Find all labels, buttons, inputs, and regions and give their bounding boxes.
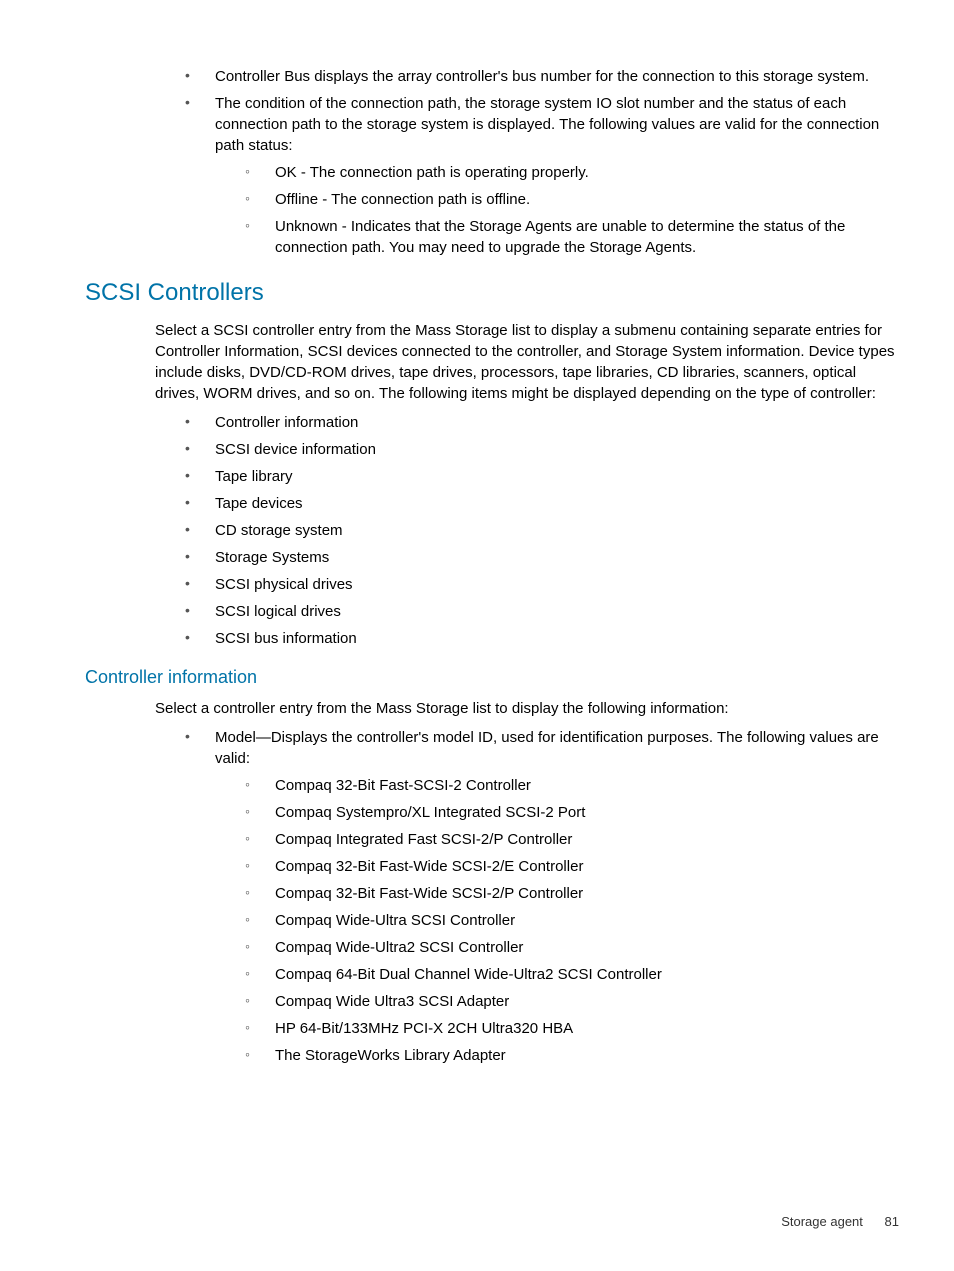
list-item: Compaq Wide-Ultra SCSI Controller bbox=[245, 910, 899, 931]
list-text: OK - The connection path is operating pr… bbox=[275, 164, 589, 181]
list-text: Compaq Wide-Ultra2 SCSI Controller bbox=[275, 939, 523, 956]
list-text: Model—Displays the controller's model ID… bbox=[215, 729, 879, 767]
list-item: Compaq Wide Ultra3 SCSI Adapter bbox=[245, 991, 899, 1012]
list-text: SCSI physical drives bbox=[215, 576, 353, 593]
list-item: Compaq 64-Bit Dual Channel Wide-Ultra2 S… bbox=[245, 964, 899, 985]
scsi-items-list: Controller information SCSI device infor… bbox=[155, 412, 899, 649]
list-item: Unknown - Indicates that the Storage Age… bbox=[245, 216, 899, 258]
list-text: Compaq Systempro/XL Integrated SCSI-2 Po… bbox=[275, 804, 585, 821]
controller-info-heading: Controller information bbox=[85, 665, 899, 690]
list-text: Compaq 32-Bit Fast-Wide SCSI-2/E Control… bbox=[275, 858, 583, 875]
list-text: Compaq 64-Bit Dual Channel Wide-Ultra2 S… bbox=[275, 966, 662, 983]
list-item: SCSI device information bbox=[185, 439, 899, 460]
list-text: Compaq Wide-Ultra SCSI Controller bbox=[275, 912, 515, 929]
list-text: Compaq 32-Bit Fast-Wide SCSI-2/P Control… bbox=[275, 885, 583, 902]
list-text: Compaq Wide Ultra3 SCSI Adapter bbox=[275, 993, 509, 1010]
list-item: Compaq Integrated Fast SCSI-2/P Controll… bbox=[245, 829, 899, 850]
list-item: The condition of the connection path, th… bbox=[185, 93, 899, 258]
list-item: HP 64-Bit/133MHz PCI-X 2CH Ultra320 HBA bbox=[245, 1018, 899, 1039]
list-item: Offline - The connection path is offline… bbox=[245, 189, 899, 210]
controller-info-intro: Select a controller entry from the Mass … bbox=[155, 698, 899, 719]
page-footer: Storage agent 81 bbox=[781, 1213, 899, 1231]
list-item: CD storage system bbox=[185, 520, 899, 541]
list-item: Compaq Systempro/XL Integrated SCSI-2 Po… bbox=[245, 802, 899, 823]
list-item: OK - The connection path is operating pr… bbox=[245, 162, 899, 183]
list-item: Tape devices bbox=[185, 493, 899, 514]
footer-page-number: 81 bbox=[885, 1214, 899, 1229]
model-values-list: Compaq 32-Bit Fast-SCSI-2 Controller Com… bbox=[215, 775, 899, 1066]
list-item: Controller information bbox=[185, 412, 899, 433]
list-text: CD storage system bbox=[215, 522, 343, 539]
scsi-intro-paragraph: Select a SCSI controller entry from the … bbox=[155, 320, 899, 404]
list-item: SCSI bus information bbox=[185, 628, 899, 649]
list-item: Tape library bbox=[185, 466, 899, 487]
list-item: Compaq 32-Bit Fast-SCSI-2 Controller bbox=[245, 775, 899, 796]
list-item: SCSI physical drives bbox=[185, 574, 899, 595]
list-text: Compaq 32-Bit Fast-SCSI-2 Controller bbox=[275, 777, 531, 794]
list-text: Controller Bus displays the array contro… bbox=[215, 68, 869, 85]
list-text: Unknown - Indicates that the Storage Age… bbox=[275, 218, 845, 256]
list-text: Compaq Integrated Fast SCSI-2/P Controll… bbox=[275, 831, 572, 848]
list-item: Controller Bus displays the array contro… bbox=[185, 66, 899, 87]
list-text: SCSI logical drives bbox=[215, 603, 341, 620]
controller-info-list: Model—Displays the controller's model ID… bbox=[155, 727, 899, 1066]
list-item: Model—Displays the controller's model ID… bbox=[185, 727, 899, 1066]
list-item: Compaq 32-Bit Fast-Wide SCSI-2/E Control… bbox=[245, 856, 899, 877]
list-text: Tape devices bbox=[215, 495, 303, 512]
page-content: Controller Bus displays the array contro… bbox=[85, 66, 899, 1066]
intro-list: Controller Bus displays the array contro… bbox=[155, 66, 899, 258]
scsi-controllers-heading: SCSI Controllers bbox=[85, 276, 899, 310]
sub-list: OK - The connection path is operating pr… bbox=[215, 162, 899, 258]
list-text: Controller information bbox=[215, 414, 358, 431]
list-item: Compaq 32-Bit Fast-Wide SCSI-2/P Control… bbox=[245, 883, 899, 904]
footer-section: Storage agent bbox=[781, 1214, 863, 1229]
list-text: SCSI device information bbox=[215, 441, 376, 458]
list-text: The StorageWorks Library Adapter bbox=[275, 1047, 506, 1064]
list-item: Storage Systems bbox=[185, 547, 899, 568]
list-text: Storage Systems bbox=[215, 549, 329, 566]
list-item: Compaq Wide-Ultra2 SCSI Controller bbox=[245, 937, 899, 958]
list-text: The condition of the connection path, th… bbox=[215, 95, 879, 154]
list-item: The StorageWorks Library Adapter bbox=[245, 1045, 899, 1066]
list-text: Tape library bbox=[215, 468, 293, 485]
list-text: SCSI bus information bbox=[215, 630, 357, 647]
list-item: SCSI logical drives bbox=[185, 601, 899, 622]
list-text: HP 64-Bit/133MHz PCI-X 2CH Ultra320 HBA bbox=[275, 1020, 573, 1037]
list-text: Offline - The connection path is offline… bbox=[275, 191, 530, 208]
